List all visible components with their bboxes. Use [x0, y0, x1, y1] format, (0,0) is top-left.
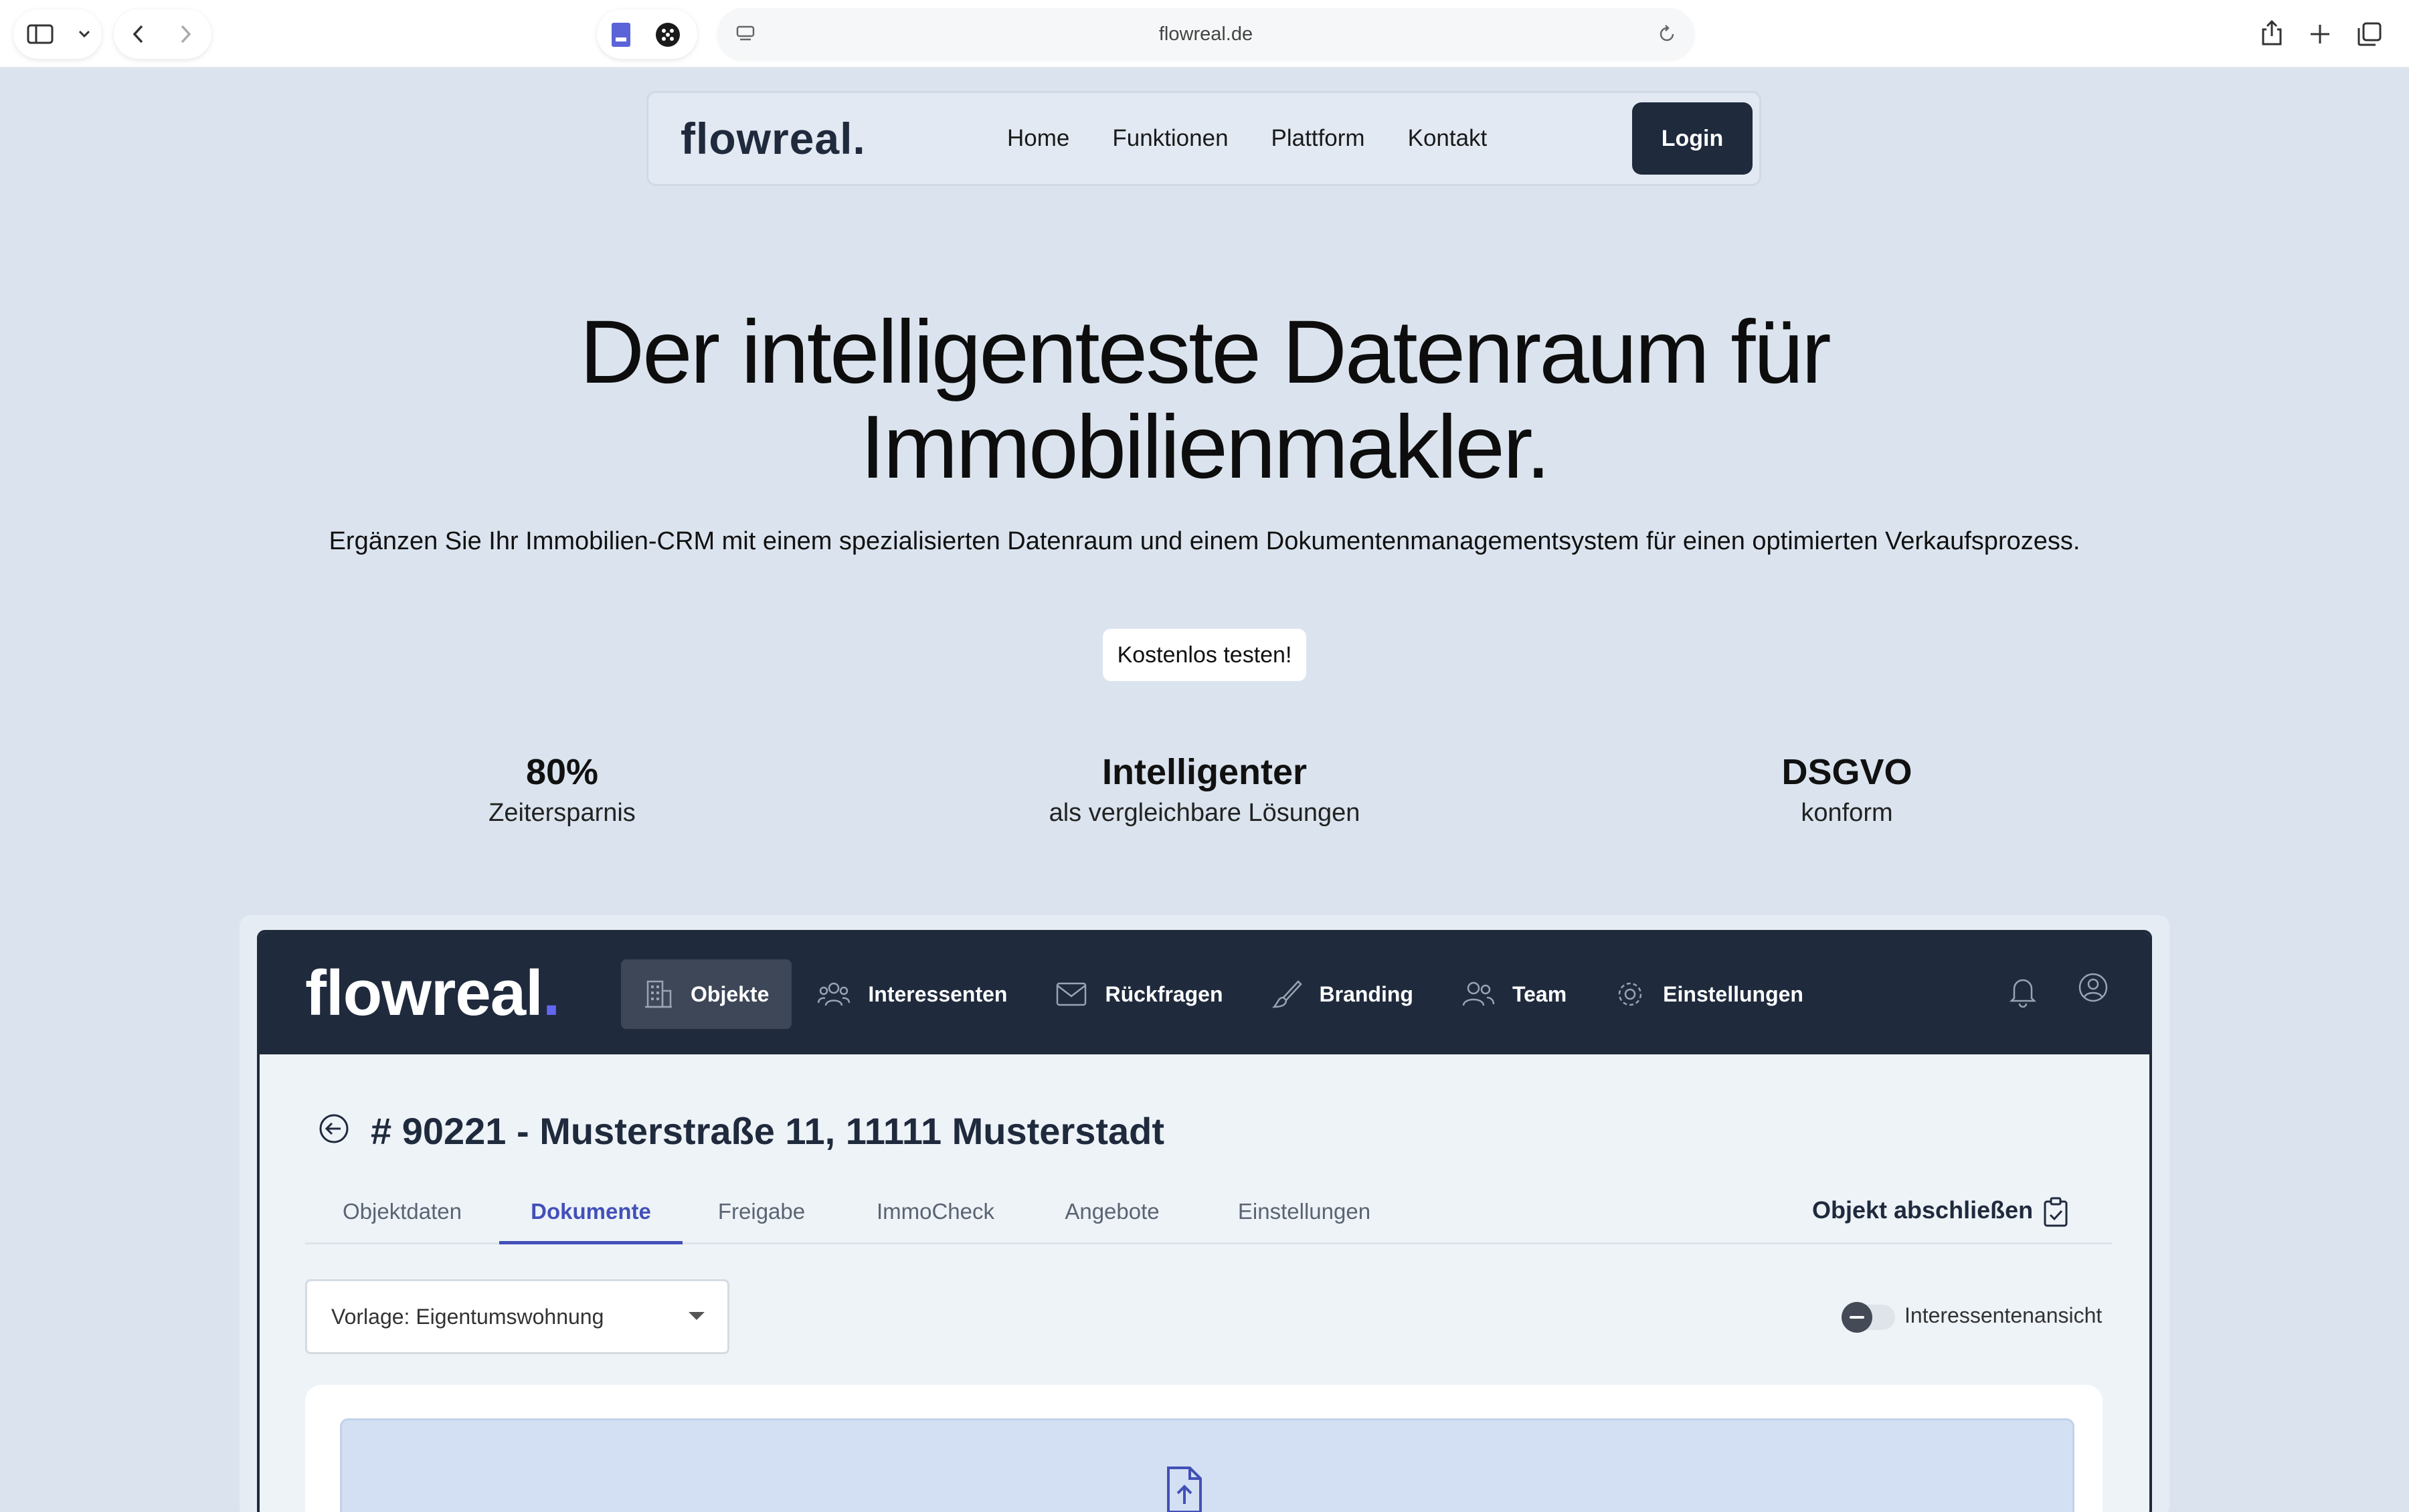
- toggle-label: Interessentenansicht: [1904, 1303, 2103, 1327]
- toggle-knob: [1842, 1302, 1872, 1333]
- stat-label: Zeitersparnis: [488, 799, 636, 827]
- template-select[interactable]: Vorlage: Eigentumswohnung: [305, 1279, 729, 1354]
- extensions-group: [597, 9, 697, 59]
- app-menu-label: Einstellungen: [1663, 981, 1803, 1006]
- app-preview: flowreal. Objekte Interessenten Rückfrag…: [257, 930, 2152, 1512]
- stat-value: DSGVO: [1781, 752, 1912, 792]
- tab-overview-icon[interactable]: [2357, 21, 2382, 47]
- back-circle-icon[interactable]: [319, 1113, 349, 1144]
- tab-immocheck[interactable]: ImmoCheck: [840, 1188, 1031, 1244]
- tab-dokumente[interactable]: Dokumente: [499, 1188, 683, 1244]
- app-menu-rueckfragen[interactable]: Rückfragen: [1033, 959, 1245, 1029]
- app-menu-label: Branding: [1319, 981, 1413, 1006]
- sidebar-toggle-group[interactable]: [13, 9, 102, 59]
- hero-title: Der intelligenteste Datenraum für Immobi…: [0, 305, 2409, 495]
- nav-link-funktionen[interactable]: Funktionen: [1112, 125, 1228, 152]
- reload-icon[interactable]: [1657, 24, 1677, 44]
- stat-label: konform: [1801, 799, 1893, 827]
- app-menu-team[interactable]: Team: [1439, 959, 1589, 1029]
- browser-toolbar: flowreal.de: [0, 0, 2409, 68]
- stat-value: 80%: [525, 752, 599, 792]
- team-icon: [1462, 981, 1495, 1006]
- app-menu-label: Interessenten: [868, 981, 1008, 1006]
- extension-dots-icon[interactable]: [654, 21, 681, 48]
- nav-link-plattform[interactable]: Plattform: [1271, 125, 1365, 152]
- app-menu-einstellungen[interactable]: Einstellungen: [1592, 959, 1826, 1029]
- login-button[interactable]: Login: [1632, 102, 1753, 175]
- template-select-value: Vorlage: Eigentumswohnung: [331, 1305, 604, 1329]
- caret-down-icon: [689, 1312, 705, 1320]
- app-menu-label: Objekte: [691, 981, 770, 1006]
- tab-objektdaten[interactable]: Objektdaten: [305, 1188, 499, 1244]
- stat-time-saving: 80% Zeitersparnis: [328, 751, 796, 832]
- stat-value: Intelligenter: [1101, 752, 1308, 792]
- document-extension-icon[interactable]: [609, 21, 633, 48]
- app-menu-objekte[interactable]: Objekte: [621, 959, 792, 1029]
- free-trial-button[interactable]: Kostenlos testen!: [1103, 629, 1306, 681]
- tab-angebote[interactable]: Angebote: [1031, 1188, 1194, 1244]
- nav-link-home[interactable]: Home: [1007, 125, 1069, 152]
- app-menu-branding[interactable]: Branding: [1249, 959, 1436, 1029]
- brush-icon: [1271, 980, 1302, 1008]
- app-menu-interessenten[interactable]: Interessenten: [794, 959, 1030, 1029]
- site-nav-links: Home Funktionen Plattform Kontakt: [1007, 93, 1487, 184]
- stat-intelligence: Intelligenter als vergleichbare Lösungen: [970, 751, 1439, 832]
- app-logo[interactable]: flowreal.: [305, 933, 560, 1054]
- object-title: # 90221 - Musterstraße 11, 11111 Musters…: [371, 1110, 1165, 1152]
- site-logo[interactable]: flowreal.: [681, 93, 866, 184]
- nav-link-kontakt[interactable]: Kontakt: [1408, 125, 1488, 152]
- new-tab-icon[interactable]: [2309, 23, 2331, 45]
- envelope-icon: [1057, 982, 1087, 1006]
- app-navbar: flowreal. Objekte Interessenten Rückfrag…: [260, 933, 2149, 1054]
- app-menu-label: Rückfragen: [1105, 981, 1223, 1006]
- site-header: flowreal. Home Funktionen Plattform Kont…: [646, 91, 1761, 186]
- users-icon: [818, 982, 851, 1006]
- close-object-button[interactable]: Objekt abschließen: [1812, 1196, 2033, 1224]
- sidebar-icon[interactable]: [27, 24, 54, 44]
- clipboard-check-icon[interactable]: [2042, 1196, 2069, 1228]
- stat-gdpr: DSGVO konform: [1613, 751, 2081, 832]
- gear-icon: [1618, 982, 1642, 1006]
- tab-freigabe[interactable]: Freigabe: [683, 1188, 840, 1244]
- back-arrow-icon[interactable]: [131, 24, 146, 44]
- interessenten-view-toggle[interactable]: [1842, 1302, 1895, 1333]
- account-icon[interactable]: [2077, 971, 2109, 1004]
- upload-dropzone[interactable]: [340, 1418, 2074, 1512]
- app-menu-label: Team: [1512, 981, 1567, 1006]
- building-icon: [645, 980, 672, 1008]
- tab-einstellungen[interactable]: Einstellungen: [1194, 1188, 1415, 1244]
- forward-arrow-icon[interactable]: [178, 24, 193, 44]
- share-icon[interactable]: [2260, 19, 2283, 47]
- chevron-down-icon[interactable]: [78, 29, 91, 39]
- hero-title-line-1: Der intelligenteste Datenraum für: [579, 302, 1831, 402]
- history-nav-group: [114, 9, 211, 59]
- stat-label: als vergleichbare Lösungen: [1049, 799, 1360, 827]
- url-text: flowreal.de: [1158, 23, 1253, 45]
- file-upload-icon: [1167, 1467, 1202, 1512]
- bell-icon[interactable]: [2008, 974, 2038, 1008]
- hero-subtitle: Ergänzen Sie Ihr Immobilien-CRM mit eine…: [329, 527, 2080, 555]
- address-bar[interactable]: flowreal.de: [717, 8, 1694, 60]
- app-menu: Objekte Interessenten Rückfragen Brandin…: [621, 959, 1829, 1029]
- hero-title-line-2: Immobilienmakler.: [860, 397, 1551, 497]
